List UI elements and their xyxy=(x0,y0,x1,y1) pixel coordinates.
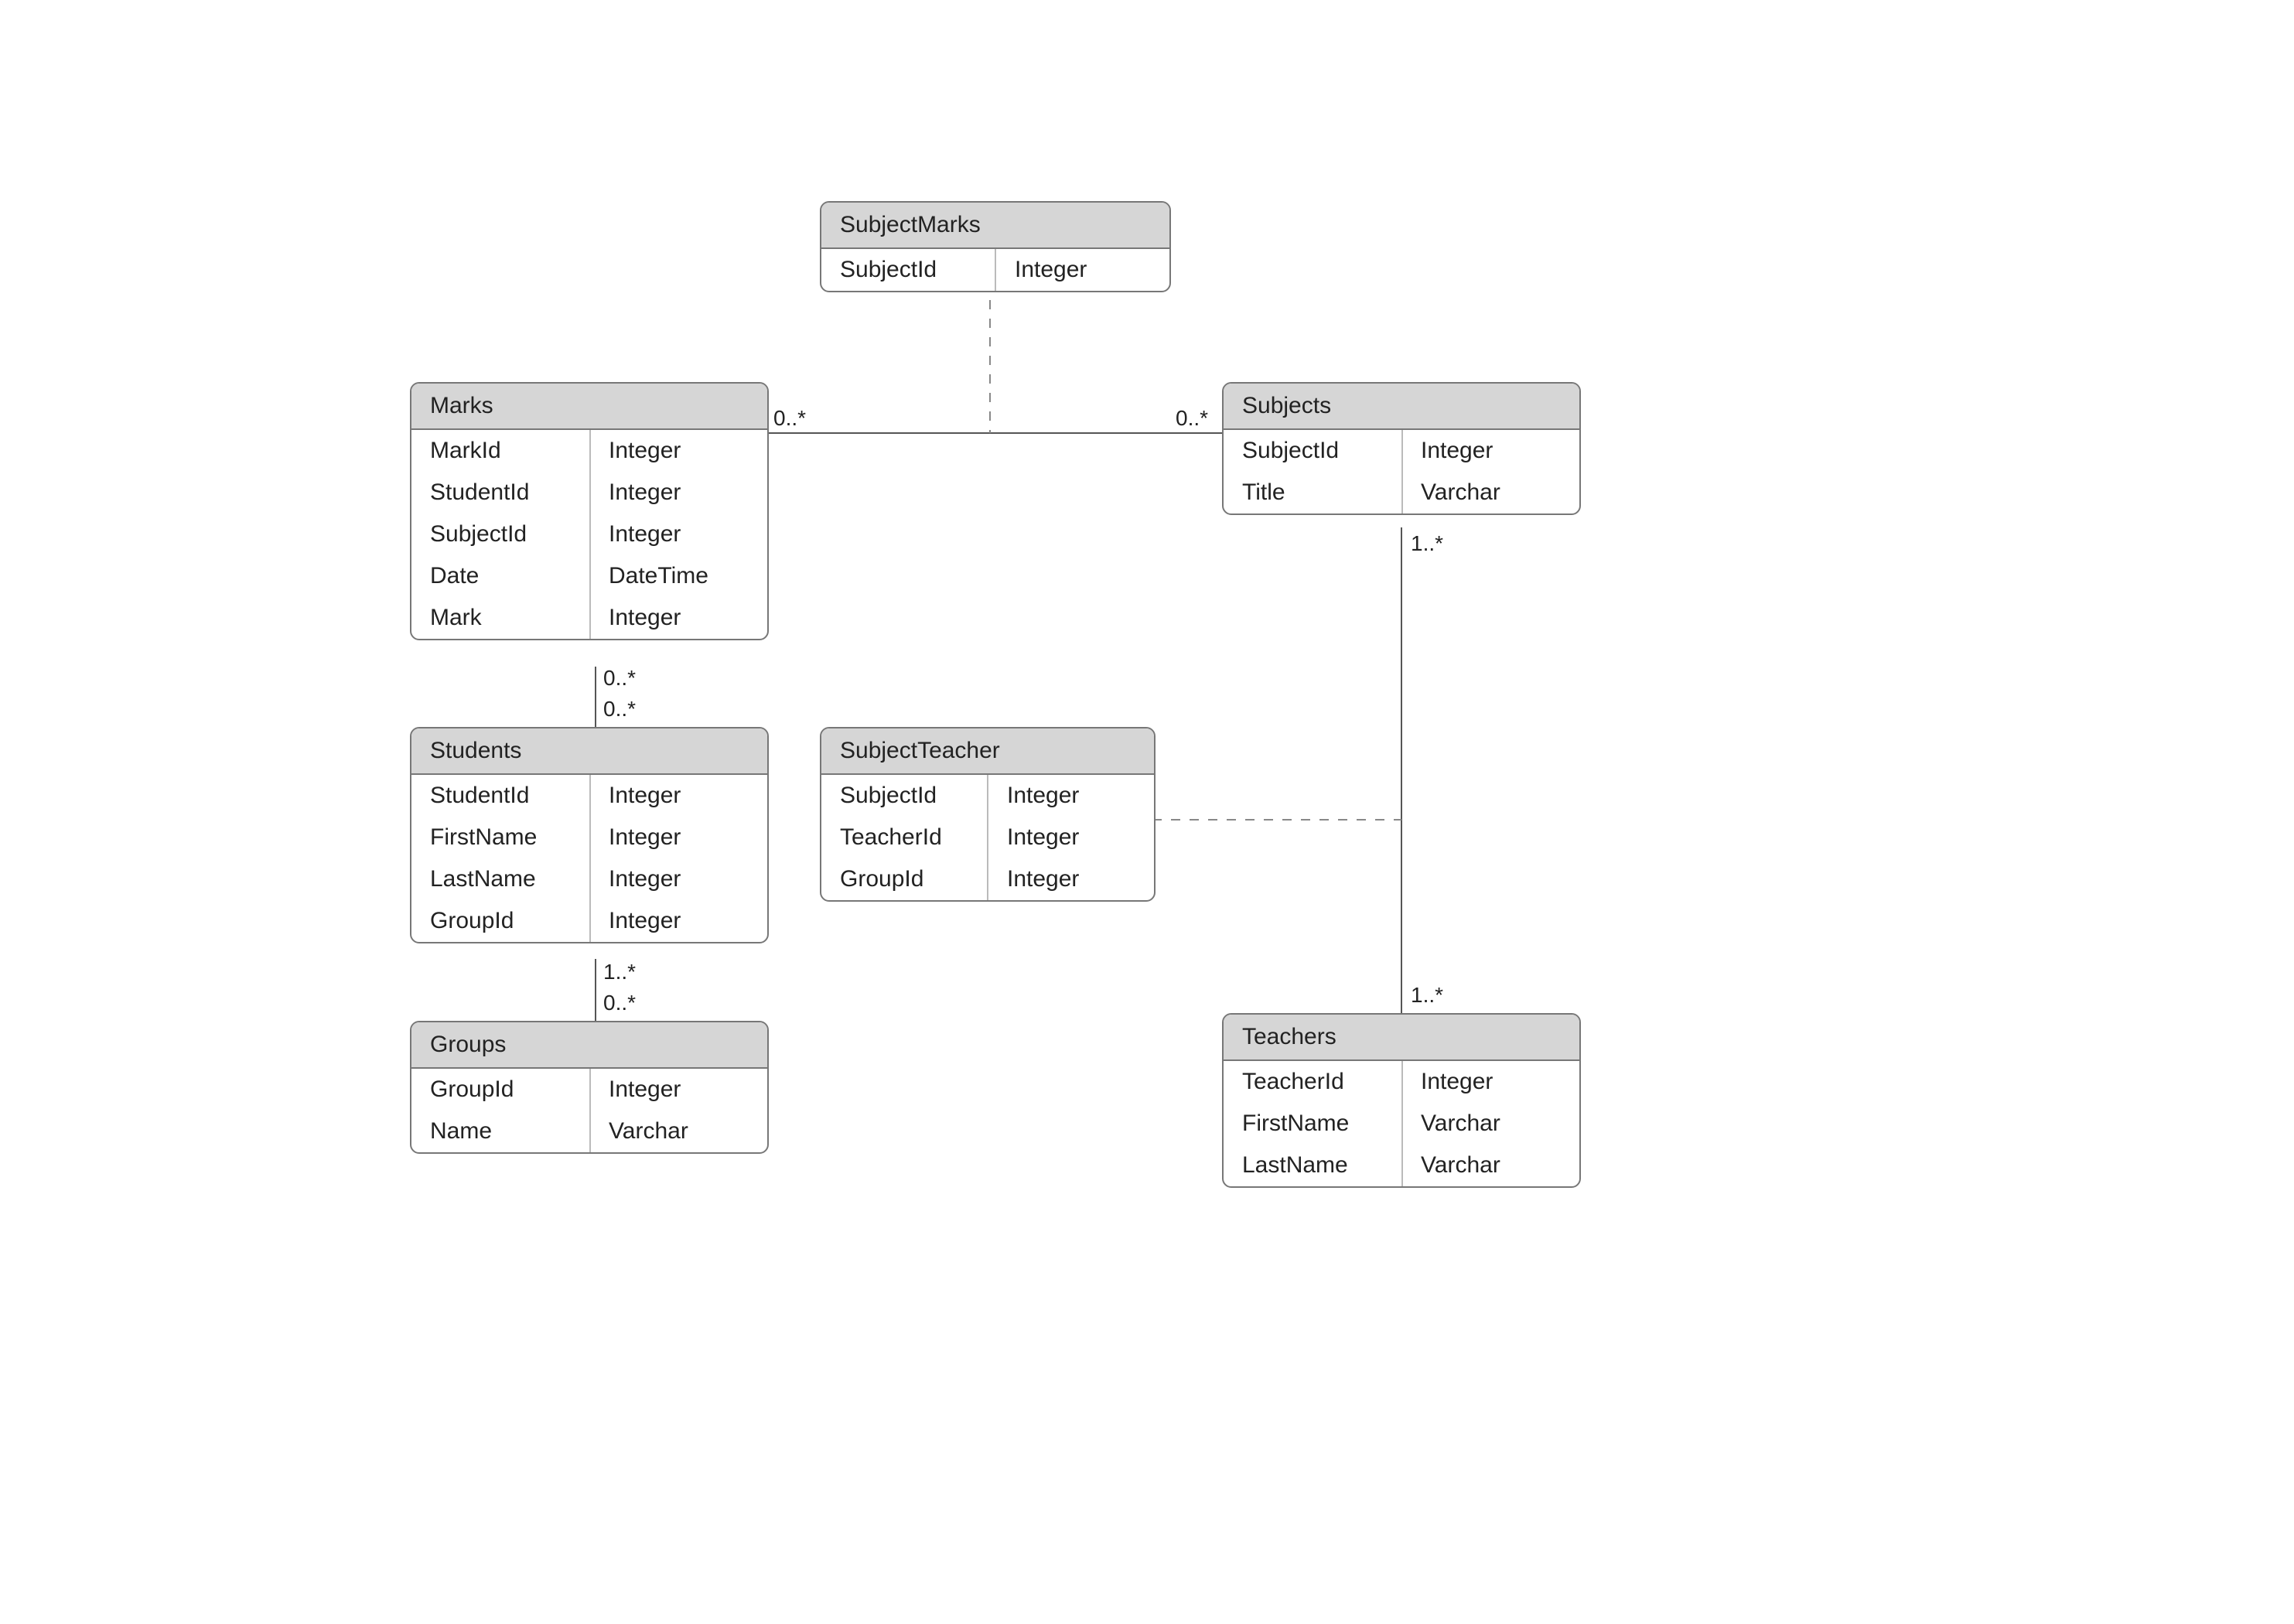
multiplicity-label: 0..* xyxy=(773,405,806,430)
multiplicity-label: 0..* xyxy=(603,990,636,1015)
column-type: DateTime xyxy=(590,555,767,597)
column-name: StudentId xyxy=(411,775,590,817)
table-row: NameVarchar xyxy=(411,1111,767,1152)
column-name: GroupId xyxy=(411,900,590,942)
table-row: SubjectIdInteger xyxy=(411,513,767,555)
entity-title: Teachers xyxy=(1224,1015,1579,1061)
column-name: TeacherId xyxy=(821,817,988,858)
column-name: SubjectId xyxy=(821,249,996,291)
entity-subjectmarks[interactable]: SubjectMarks SubjectId Integer xyxy=(820,201,1171,292)
entity-title: Groups xyxy=(411,1022,767,1069)
column-type: Integer xyxy=(590,817,767,858)
column-name: Mark xyxy=(411,597,590,639)
entity-title: SubjectTeacher xyxy=(821,728,1154,775)
table-row: MarkInteger xyxy=(411,597,767,639)
multiplicity-label: 1..* xyxy=(1411,531,1443,555)
table-row: LastNameInteger xyxy=(411,858,767,900)
entity-title: Students xyxy=(411,728,767,775)
column-type: Integer xyxy=(590,775,767,817)
column-name: SubjectId xyxy=(1224,430,1402,472)
multiplicity-label: 0..* xyxy=(1176,405,1208,430)
column-type: Varchar xyxy=(1402,472,1579,513)
column-type: Integer xyxy=(988,858,1154,900)
table-row: DateDateTime xyxy=(411,555,767,597)
column-name: FirstName xyxy=(411,817,590,858)
entity-marks[interactable]: Marks MarkIdInteger StudentIdInteger Sub… xyxy=(410,382,769,640)
column-type: Integer xyxy=(590,900,767,942)
entity-subjectteacher[interactable]: SubjectTeacher SubjectIdInteger TeacherI… xyxy=(820,727,1156,902)
entity-title: Subjects xyxy=(1224,384,1579,430)
table-row: FirstNameVarchar xyxy=(1224,1103,1579,1145)
multiplicity-label: 1..* xyxy=(603,959,636,984)
column-type: Integer xyxy=(590,430,767,472)
table-row: StudentIdInteger xyxy=(411,472,767,513)
column-name: MarkId xyxy=(411,430,590,472)
column-name: LastName xyxy=(411,858,590,900)
entity-subjects[interactable]: Subjects SubjectIdInteger TitleVarchar xyxy=(1222,382,1581,515)
column-type: Integer xyxy=(996,249,1169,291)
column-name: Date xyxy=(411,555,590,597)
column-name: SubjectId xyxy=(411,513,590,555)
table-row: LastNameVarchar xyxy=(1224,1145,1579,1186)
multiplicity-label: 0..* xyxy=(603,665,636,690)
table-row: GroupIdInteger xyxy=(411,900,767,942)
column-type: Varchar xyxy=(1402,1103,1579,1145)
er-diagram-canvas: SubjectMarks SubjectId Integer Marks Mar… xyxy=(0,0,2294,1624)
column-type: Integer xyxy=(988,775,1154,817)
column-name: Name xyxy=(411,1111,590,1152)
column-type: Integer xyxy=(590,597,767,639)
column-type: Integer xyxy=(590,513,767,555)
table-row: TeacherIdInteger xyxy=(1224,1061,1579,1103)
column-type: Integer xyxy=(590,1069,767,1111)
table-row: MarkIdInteger xyxy=(411,430,767,472)
entity-title: Marks xyxy=(411,384,767,430)
entity-students[interactable]: Students StudentIdInteger FirstNameInteg… xyxy=(410,727,769,943)
column-name: Title xyxy=(1224,472,1402,513)
entity-teachers[interactable]: Teachers TeacherIdInteger FirstNameVarch… xyxy=(1222,1013,1581,1188)
table-row: SubjectIdInteger xyxy=(1224,430,1579,472)
column-type: Integer xyxy=(1402,1061,1579,1103)
column-name: GroupId xyxy=(411,1069,590,1111)
column-name: LastName xyxy=(1224,1145,1402,1186)
table-row: SubjectIdInteger xyxy=(821,775,1154,817)
column-type: Integer xyxy=(590,858,767,900)
table-row: FirstNameInteger xyxy=(411,817,767,858)
column-name: GroupId xyxy=(821,858,988,900)
table-row: StudentIdInteger xyxy=(411,775,767,817)
column-type: Integer xyxy=(988,817,1154,858)
entity-groups[interactable]: Groups GroupIdInteger NameVarchar xyxy=(410,1021,769,1154)
entity-title: SubjectMarks xyxy=(821,203,1169,249)
column-type: Varchar xyxy=(1402,1145,1579,1186)
column-name: TeacherId xyxy=(1224,1061,1402,1103)
table-row: GroupIdInteger xyxy=(411,1069,767,1111)
table-row: SubjectId Integer xyxy=(821,249,1169,291)
table-row: TeacherIdInteger xyxy=(821,817,1154,858)
multiplicity-label: 0..* xyxy=(603,696,636,721)
multiplicity-label: 1..* xyxy=(1411,982,1443,1007)
column-name: StudentId xyxy=(411,472,590,513)
column-type: Integer xyxy=(1402,430,1579,472)
column-type: Integer xyxy=(590,472,767,513)
column-type: Varchar xyxy=(590,1111,767,1152)
column-name: FirstName xyxy=(1224,1103,1402,1145)
table-row: TitleVarchar xyxy=(1224,472,1579,513)
table-row: GroupIdInteger xyxy=(821,858,1154,900)
column-name: SubjectId xyxy=(821,775,988,817)
